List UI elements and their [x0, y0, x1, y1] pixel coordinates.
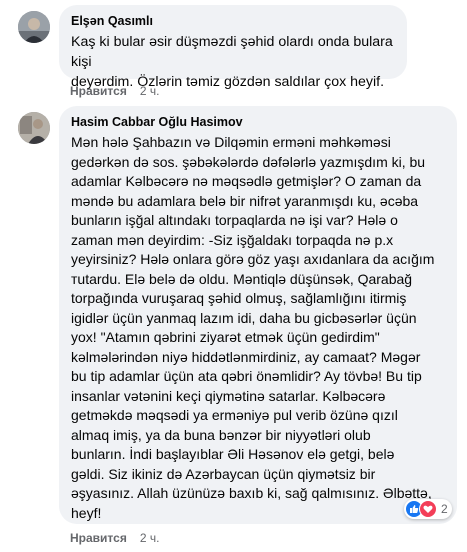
comment-actions: Нравится 2 ч.: [70, 84, 159, 98]
avatar-photo: [18, 11, 50, 43]
like-link[interactable]: Нравится: [70, 531, 127, 545]
comment-1: Elşən Qasımlı Kaş ki bular əsir düşməzdi…: [0, 0, 467, 100]
timestamp[interactable]: 2 ч.: [140, 84, 160, 98]
comment-bubble: Elşən Qasımlı Kaş ki bular əsir düşməzdi…: [59, 5, 407, 90]
reactions-summary[interactable]: 2: [404, 499, 452, 519]
comment-bubble: Hasim Cabbar Oğlu Hasimov Mən hələ Şahba…: [59, 106, 457, 524]
heart-icon: [419, 500, 437, 518]
comment-text: Mən hələ Şahbazın və Dilqəmin erməni məh…: [71, 134, 435, 521]
comment-2: Hasim Cabbar Oğlu Hasimov Mən hələ Şahba…: [0, 100, 467, 552]
avatar[interactable]: [18, 112, 50, 144]
timestamp[interactable]: 2 ч.: [140, 531, 160, 545]
comment-author[interactable]: Hasim Cabbar Oğlu Hasimov: [71, 114, 445, 130]
comment-author[interactable]: Elşən Qasımlı: [71, 13, 395, 29]
avatar[interactable]: [18, 11, 50, 43]
comment-text: Kaş ki bular əsir düşməzdi şəhid olardı …: [71, 34, 393, 90]
avatar-photo: [18, 112, 50, 144]
comment-actions: Нравится 2 ч.: [70, 531, 159, 545]
reaction-count: 2: [441, 502, 448, 516]
like-link[interactable]: Нравится: [70, 84, 127, 98]
